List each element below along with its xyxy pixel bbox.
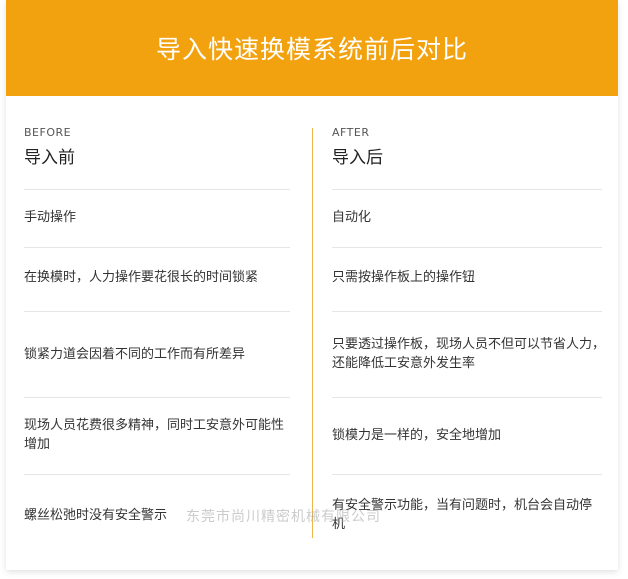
before-item-3: 锁紧力道会因着不同的工作而有所差异 — [24, 346, 246, 362]
before-label-en: BEFORE — [24, 126, 72, 139]
before-column-header: BEFORE 导入前 — [24, 126, 292, 168]
after-item-4: 锁模力是一样的，安全地增加 — [332, 427, 502, 443]
column-divider — [312, 128, 313, 538]
row-separator — [24, 189, 290, 190]
before-item-1: 手动操作 — [24, 209, 77, 225]
row-separator — [332, 247, 602, 248]
before-item-2: 在换模时，人力操作要花很长的时间锁紧 — [24, 269, 259, 285]
row-separator — [24, 247, 290, 248]
comparison-card: 导入快速换模系统前后对比 BEFORE 导入前 手动操作 在换模时，人力操作要花… — [6, 0, 618, 570]
header-banner: 导入快速换模系统前后对比 — [6, 0, 618, 96]
row-separator — [332, 311, 602, 312]
after-label-en: AFTER — [332, 126, 370, 139]
after-column-header: AFTER 导入后 — [332, 126, 604, 168]
after-label-zh: 导入后 — [332, 148, 383, 168]
after-item-1: 自动化 — [332, 209, 372, 225]
row-separator — [24, 397, 290, 398]
row-separator — [332, 189, 602, 190]
row-separator — [24, 474, 290, 475]
before-item-4: 现场人员花费很多精神，同时工安意外可能性增加 — [24, 418, 285, 452]
row-separator — [332, 397, 602, 398]
row-separator — [24, 311, 290, 312]
company-watermark: 东莞市尚川精密机械有限公司 — [186, 509, 381, 525]
page-title: 导入快速换模系统前后对比 — [155, 35, 468, 64]
after-item-3: 只要透过操作板，现场人员不但可以节省人力，还能降低工安意外发生率 — [332, 337, 606, 371]
after-item-2: 只需按操作板上的操作钮 — [332, 269, 476, 285]
row-separator — [332, 474, 602, 475]
before-label-zh: 导入前 — [24, 148, 75, 168]
